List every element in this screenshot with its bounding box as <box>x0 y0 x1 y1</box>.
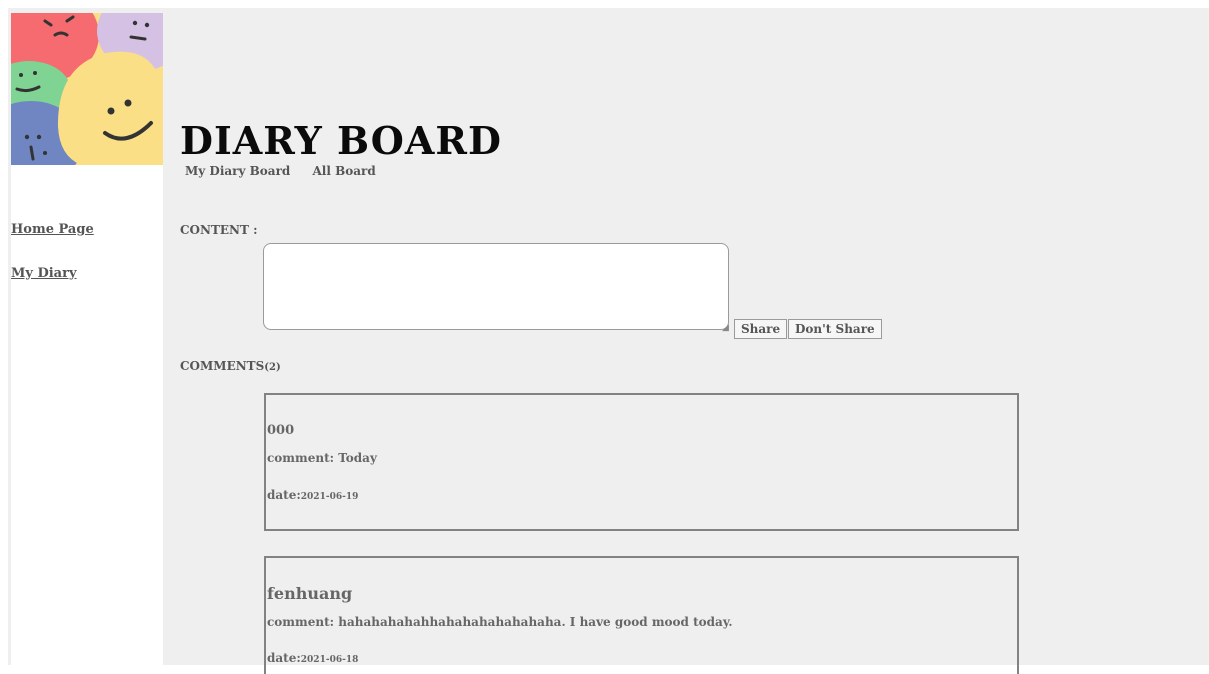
nav-my-diary-link[interactable]: My Diary <box>11 266 77 281</box>
comment-author: fenhuang <box>267 584 353 603</box>
comment-author: 000 <box>267 423 295 438</box>
comment-text: comment: Today <box>267 451 377 465</box>
sidebar: Home Page My Diary <box>11 13 163 665</box>
comment-date-label: date: <box>267 488 301 502</box>
content-textarea[interactable] <box>263 243 729 330</box>
comments-label: COMMENTS <box>180 359 265 373</box>
comments-header: COMMENTS(2) <box>180 359 281 373</box>
diary-logo-faces-icon <box>11 13 163 165</box>
tab-all-board[interactable]: All Board <box>312 164 375 178</box>
comment-card: 000 comment: Today date:2021-06-19 <box>264 393 1019 531</box>
comment-date: date:2021-06-19 <box>267 488 358 502</box>
board-tabs: My Diary Board All Board <box>185 164 394 178</box>
comment-date-value: 2021-06-18 <box>300 655 359 665</box>
comment-date: date:2021-06-18 <box>267 651 358 665</box>
comment-date-value: 2021-06-19 <box>300 492 359 502</box>
comments-count: (2) <box>264 362 281 373</box>
nav-home-page-link[interactable]: Home Page <box>11 222 94 237</box>
share-button[interactable]: Share <box>734 319 788 339</box>
tab-my-diary-board[interactable]: My Diary Board <box>185 164 290 178</box>
resize-grip-icon[interactable]: ◢ <box>722 322 729 333</box>
dont-share-button[interactable]: Don't Share <box>788 319 882 339</box>
comment-date-label: date: <box>267 651 301 665</box>
comment-card: fenhuang comment: hahahahahahhahahahahah… <box>264 556 1019 674</box>
comment-text: comment: hahahahahahhahahahahahahaha. I … <box>267 615 733 629</box>
content-label: CONTENT : <box>180 223 258 237</box>
page-background: Home Page My Diary DIARY BOARD My Diary … <box>8 8 1209 674</box>
page-title: DIARY BOARD <box>180 118 502 163</box>
